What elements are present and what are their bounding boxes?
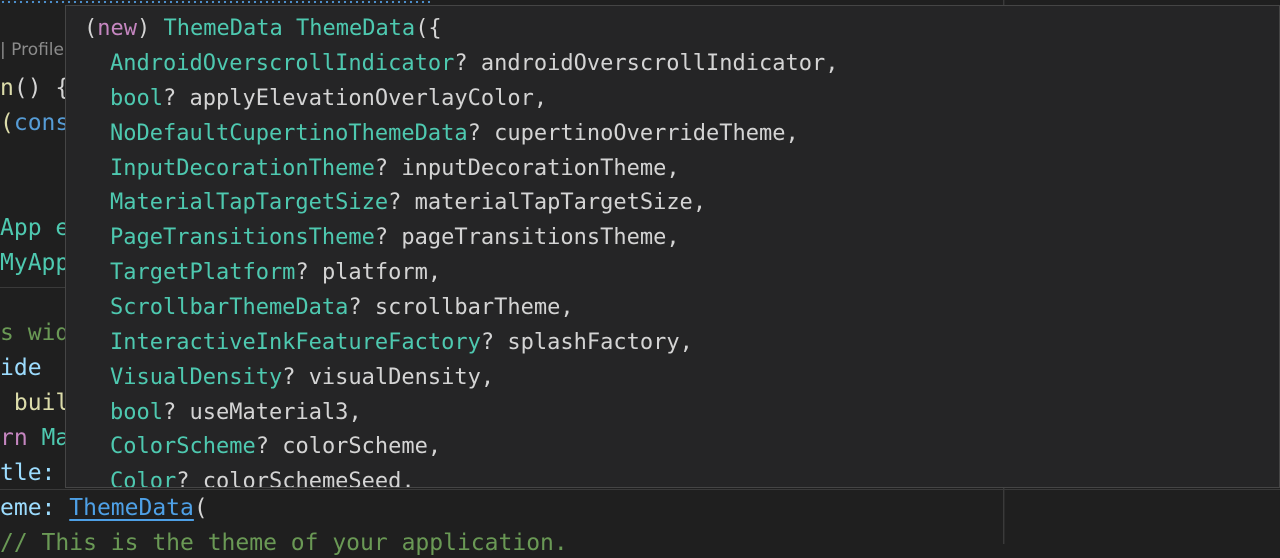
hover-param-row: NoDefaultCupertinoThemeData? cupertinoOv… [110, 119, 799, 149]
nullable-mark: ? [374, 155, 402, 181]
param-name: visualDensity [308, 364, 481, 390]
comma: , [785, 120, 799, 146]
param-name: inputDecorationTheme [401, 155, 667, 181]
nullable-mark: ? [480, 329, 508, 355]
hover-param-row: InputDecorationTheme? inputDecorationThe… [110, 154, 680, 184]
hover-param-row: ScrollbarThemeData? scrollbarTheme, [110, 293, 574, 323]
param-type: bool [110, 85, 163, 111]
hover-param-row: Color? colorSchemeSeed, [110, 467, 415, 488]
param-type: ColorScheme [110, 434, 256, 460]
param-type: VisualDensity [110, 364, 283, 390]
code-line-title: tle: [0, 458, 55, 488]
code-token: eme: [0, 495, 70, 521]
code-line-return: rn Ma [0, 423, 69, 453]
code-line-runapp: (cons [0, 108, 69, 138]
hover-tooltip: (new) ThemeData ThemeData({ AndroidOvers… [65, 5, 1280, 488]
param-type: bool [110, 399, 163, 425]
nullable-mark: ? [348, 294, 375, 320]
code-token: rn [0, 425, 42, 451]
code-line-class: App e [0, 213, 69, 243]
code-line-comment-widget: s wid [0, 318, 69, 348]
code-token: ( [193, 495, 208, 521]
comma: , [480, 364, 495, 390]
hover-param-row: PageTransitionsTheme? pageTransitionsThe… [110, 223, 680, 253]
param-type: Color [110, 469, 177, 488]
hover-bottom-divider [0, 489, 1280, 490]
code-token: ( [0, 110, 14, 136]
code-token: buil [0, 390, 70, 416]
code-line-override: ide [0, 353, 42, 383]
comma: , [401, 469, 415, 488]
param-name: cupertinoOverrideTheme [494, 120, 786, 146]
hover-signature: (new) ThemeData ThemeData({ [84, 16, 442, 41]
code-line-comment-theme: // This is the theme of your application… [0, 528, 568, 558]
param-type: InputDecorationTheme [110, 155, 375, 181]
nullable-mark: ? [162, 85, 190, 111]
comma: , [533, 85, 548, 111]
param-name: colorScheme [282, 434, 428, 460]
param-name: useMaterial3 [189, 399, 349, 425]
nullable-mark: ? [374, 225, 402, 251]
hover-param-row: TargetPlatform? platform, [110, 258, 441, 288]
hover-param-row: MaterialTapTargetSize? materialTapTarget… [110, 188, 706, 218]
comma: , [679, 329, 693, 355]
code-token: MyApp [0, 250, 70, 276]
code-token: cons [13, 110, 70, 136]
param-name: splashFactory [507, 329, 680, 355]
param-name: colorSchemeSeed [202, 469, 402, 488]
nullable-mark: ? [162, 399, 190, 425]
nullable-mark: ? [176, 469, 203, 488]
nullable-mark: ? [388, 190, 415, 216]
param-type: InteractiveInkFeatureFactory [110, 329, 481, 355]
comma: , [692, 190, 707, 216]
param-type: PageTransitionsTheme [110, 225, 375, 251]
param-name: scrollbarTheme [374, 294, 561, 320]
code-token: n [0, 75, 14, 101]
param-name: applyElevationOverlayColor [189, 85, 534, 111]
code-line-main: n() { [0, 73, 69, 103]
code-token: App e [0, 215, 70, 241]
code-line-build: buil [0, 388, 69, 418]
code-token: // This is the theme of your application… [0, 530, 568, 556]
nullable-mark: ? [454, 51, 481, 76]
codelens-run-debug-profile[interactable]: | Profile [0, 40, 64, 60]
hover-param-row: VisualDensity? visualDensity, [110, 363, 494, 393]
code-line-theme: eme: ThemeData( [0, 493, 208, 523]
comma: , [666, 225, 680, 251]
param-name: pageTransitionsTheme [401, 225, 667, 251]
hover-param-row: AndroidOverscrollIndicator? androidOvers… [110, 49, 839, 79]
diagnostic-underline [0, 0, 430, 4]
nullable-mark: ? [255, 434, 283, 460]
themedata-link[interactable]: ThemeData [69, 495, 194, 521]
param-type: AndroidOverscrollIndicator [110, 51, 455, 76]
comma: , [348, 399, 362, 425]
nullable-mark: ? [282, 364, 309, 390]
param-name: materialTapTargetSize [414, 190, 693, 216]
code-token: () { [13, 75, 70, 101]
hover-param-row: ColorScheme? colorScheme, [110, 432, 441, 462]
hover-param-row: bool? applyElevationOverlayColor, [110, 84, 547, 114]
code-token: ide [0, 355, 42, 381]
comma: , [427, 260, 442, 286]
param-type: TargetPlatform [110, 260, 296, 286]
param-type: ScrollbarThemeData [110, 294, 349, 320]
comma: , [666, 155, 680, 181]
hover-param-row: InteractiveInkFeatureFactory? splashFact… [110, 328, 693, 358]
param-type: MaterialTapTargetSize [110, 190, 389, 216]
param-name: androidOverscrollIndicator [480, 51, 826, 76]
param-name: platform [321, 260, 428, 286]
comma: , [825, 51, 839, 76]
code-token: s wid [0, 320, 70, 346]
nullable-mark: ? [295, 260, 322, 286]
comma: , [427, 434, 442, 460]
hover-param-row: bool? useMaterial3, [110, 398, 362, 428]
code-divider [0, 287, 66, 288]
code-token: tle: [0, 460, 56, 486]
code-line-const: MyApp [0, 248, 69, 278]
comma: , [560, 294, 574, 320]
nullable-mark: ? [467, 120, 495, 146]
param-type: NoDefaultCupertinoThemeData [110, 120, 468, 146]
